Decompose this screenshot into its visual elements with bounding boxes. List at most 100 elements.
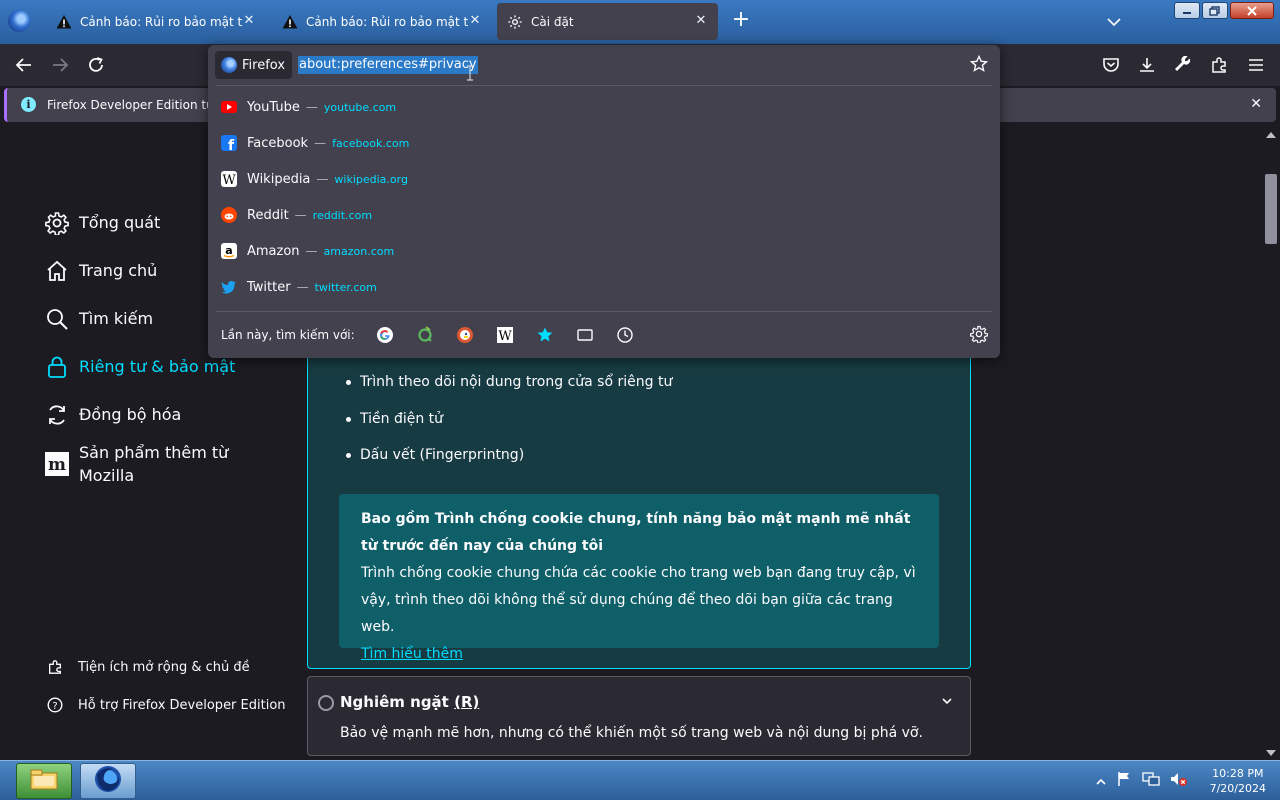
puzzle-icon — [46, 658, 64, 676]
sidebar-item-home[interactable]: Trang chủ — [44, 258, 157, 284]
tab-close-icon[interactable]: ✕ — [468, 14, 482, 28]
suggestion-url: facebook.com — [332, 136, 410, 150]
suggestion-twitter[interactable]: Twitter — twitter.com — [208, 269, 1000, 305]
window-controls — [1174, 2, 1274, 19]
scroll-down-arrow-icon[interactable] — [1266, 750, 1276, 756]
bookmark-star-icon[interactable] — [969, 54, 989, 73]
window-close-button[interactable] — [1230, 2, 1274, 19]
sidebar-item-label: Trang chủ — [79, 261, 158, 280]
developer-tools-wrench-icon[interactable] — [1171, 53, 1195, 77]
sidebar-item-privacy[interactable]: Riêng tư & bảo mật — [44, 354, 235, 380]
help-icon: ? — [46, 696, 64, 714]
facebook-icon: f — [221, 135, 237, 151]
strict-accesskey: (R) — [454, 693, 480, 711]
youtube-icon — [221, 99, 237, 115]
scrollbar-thumb[interactable] — [1265, 174, 1277, 244]
suggestion-title: Facebook — [247, 135, 309, 151]
suggestion-url: amazon.com — [323, 244, 395, 258]
tab-close-icon[interactable]: ✕ — [242, 14, 256, 28]
tab-security-warning-1[interactable]: Cảnh báo: Rủi ro bảo mật tiềm ✕ — [46, 3, 266, 40]
scroll-up-arrow-icon[interactable] — [1266, 132, 1276, 138]
extensions-themes-link[interactable]: Tiện ích mở rộng & chủ đề — [46, 658, 250, 676]
suggestion-dash: — — [305, 244, 318, 258]
duckduckgo-icon[interactable] — [455, 325, 475, 345]
downloads-icon[interactable] — [1135, 53, 1159, 77]
forward-button[interactable] — [48, 53, 72, 77]
qwant-icon[interactable] — [415, 325, 435, 345]
tab-security-warning-2[interactable]: Cảnh báo: Rủi ro bảo mật tiềm ✕ — [272, 3, 492, 40]
suggestion-dash: — — [296, 280, 309, 294]
total-cookie-protection-callout: Bao gồm Trình chống cookie chung, tính n… — [339, 494, 939, 662]
suggestion-amazon[interactable]: a Amazon — amazon.com — [208, 233, 1000, 269]
back-button[interactable] — [12, 53, 36, 77]
tab-label: Cảnh báo: Rủi ro bảo mật tiềm — [80, 14, 242, 29]
sidebar-item-more-from-mozilla[interactable]: m Sản phẩm thêm từ Mozilla — [44, 441, 244, 487]
svg-text:f: f — [228, 138, 235, 151]
support-link[interactable]: ? Hỗ trợ Firefox Developer Edition — [46, 696, 286, 714]
list-item-text: Tiền điện tử — [360, 411, 444, 427]
firefox-logo-icon[interactable] — [8, 10, 30, 32]
list-item: Tiền điện tử — [346, 411, 443, 427]
suggestion-reddit[interactable]: Reddit — reddit.com — [208, 197, 1000, 233]
search-one-off-bar: Lần này, tìm kiếm với: W — [208, 315, 1000, 355]
suggestion-facebook[interactable]: f Facebook — facebook.com — [208, 125, 1000, 161]
maximize-button[interactable] — [1202, 2, 1228, 19]
list-all-tabs-chevron-icon[interactable] — [1104, 12, 1124, 32]
suggestion-youtube[interactable]: YouTube — youtube.com — [208, 89, 1000, 125]
suggestion-title: Reddit — [247, 207, 289, 223]
strict-protection-option[interactable]: Nghiêm ngặt (R) Bảo vệ mạnh mẽ hơn, nhưn… — [307, 676, 971, 756]
sidebar-item-sync[interactable]: Đồng bộ hóa — [44, 402, 181, 428]
action-center-flag-icon[interactable] — [1116, 771, 1132, 791]
taskbar-firefox[interactable] — [80, 763, 136, 799]
reddit-icon — [221, 207, 237, 223]
svg-text:m: m — [48, 455, 66, 475]
tabs-icon[interactable] — [575, 325, 595, 345]
minimize-button[interactable] — [1174, 2, 1200, 19]
pocket-icon[interactable] — [1099, 53, 1123, 77]
learn-more-link[interactable]: Tìm hiểu thêm — [361, 646, 463, 662]
amazon-icon: a — [221, 243, 237, 259]
sidebar-item-label: Sản phẩm thêm từ Mozilla — [79, 443, 229, 485]
sidebar-item-search[interactable]: Tìm kiếm — [44, 306, 153, 332]
bookmarks-star-icon[interactable] — [535, 325, 555, 345]
identity-box[interactable]: Firefox — [215, 51, 293, 79]
extensions-icon[interactable] — [1207, 53, 1231, 77]
strict-radio[interactable] — [318, 695, 334, 711]
urlbar-input-row[interactable]: Firefox about:preferences#privacy — [208, 45, 1000, 85]
suggestion-title: YouTube — [247, 99, 300, 115]
chevron-down-icon[interactable] — [940, 693, 954, 707]
svg-text:W: W — [498, 329, 512, 344]
urlbar-dropdown: Firefox about:preferences#privacy YouTub… — [208, 45, 1000, 358]
taskbar-file-explorer[interactable] — [16, 763, 72, 799]
network-icon[interactable] — [1141, 771, 1160, 791]
suggestion-url: twitter.com — [314, 280, 377, 294]
google-icon[interactable] — [375, 325, 395, 345]
twitter-icon — [221, 279, 237, 295]
sidebar-item-general[interactable]: Tổng quát — [44, 210, 160, 236]
search-settings-gear-icon[interactable] — [970, 325, 988, 344]
list-item: Dấu vết (Fingerprintng) — [346, 447, 524, 463]
wikipedia-icon[interactable]: W — [495, 325, 515, 345]
suggestion-wikipedia[interactable]: W Wikipedia — wikipedia.org — [208, 161, 1000, 197]
urlbar-input[interactable]: about:preferences#privacy — [298, 56, 478, 74]
volume-muted-icon[interactable] — [1170, 771, 1188, 791]
sidebar-item-label: Đồng bộ hóa — [79, 405, 182, 424]
reload-button[interactable] — [84, 53, 108, 77]
search-icon — [44, 306, 70, 332]
new-tab-button[interactable]: + — [730, 9, 752, 32]
home-icon — [44, 258, 70, 284]
page-scrollbar[interactable] — [1262, 126, 1280, 760]
callout-body: Trình chống cookie chung chứa các cookie… — [361, 565, 916, 635]
tab-label: Cài đặt — [531, 14, 574, 29]
history-icon[interactable] — [615, 325, 635, 345]
taskbar-clock[interactable]: 10:28 PM 7/20/2024 — [1210, 766, 1266, 796]
tab-strip: Cảnh báo: Rủi ro bảo mật tiềm ✕ Cảnh báo… — [0, 0, 1280, 44]
footer-link-label: Tiện ích mở rộng & chủ đề — [78, 659, 250, 675]
tab-settings[interactable]: Cài đặt ✕ — [497, 3, 718, 40]
callout-title: Bao gồm Trình chống cookie chung, tính n… — [361, 511, 911, 554]
notification-close-icon[interactable]: ✕ — [1250, 96, 1262, 112]
tab-close-icon[interactable]: ✕ — [694, 14, 708, 28]
bullet-dot — [346, 452, 351, 458]
menu-hamburger-icon[interactable] — [1244, 53, 1268, 77]
show-hidden-icons-arrow-icon[interactable] — [1096, 772, 1106, 791]
